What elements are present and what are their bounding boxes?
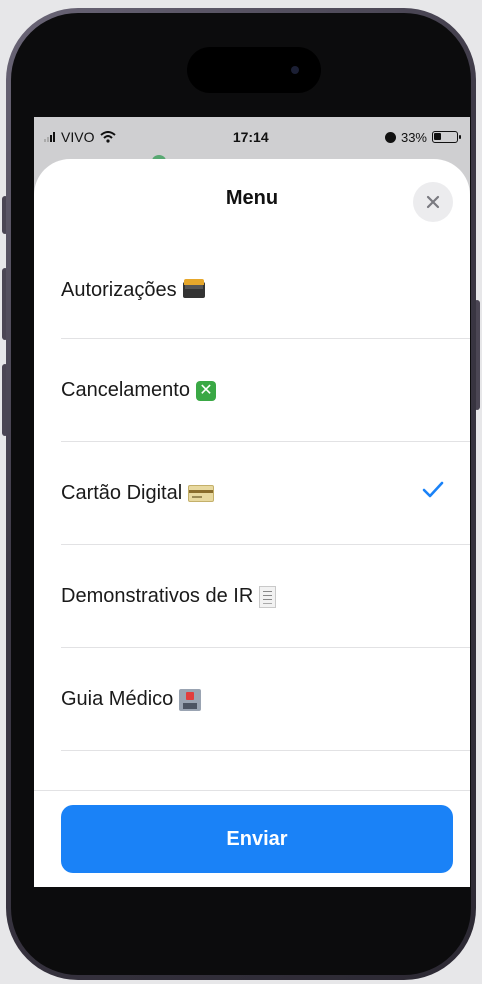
status-right: 33%	[384, 129, 461, 145]
status-bar: VIVO 17:14 33%	[34, 117, 470, 157]
alarm-icon	[384, 131, 396, 143]
close-icon	[426, 195, 440, 209]
phone-bezel: VIVO 17:14 33% Menu Autorizações Cancela…	[11, 13, 471, 975]
menu-item-demonstrativos-ir[interactable]: Demonstrativos de IR	[34, 545, 470, 648]
sheet-header: Menu	[34, 159, 470, 241]
menu-item-autorizacoes[interactable]: Autorizações	[34, 241, 470, 339]
menu-sheet: Menu Autorizações Cancelamento ✕ Cartão …	[34, 159, 470, 887]
menu-item-cartao-digital[interactable]: Cartão Digital	[34, 442, 470, 545]
hospital-icon	[179, 688, 202, 711]
battery-icon	[432, 131, 461, 143]
menu-item-label: Autorizações	[61, 278, 177, 301]
credit-card-icon	[188, 485, 215, 502]
menu-item-guia-medico[interactable]: Guia Médico	[34, 648, 470, 751]
menu-item-cancelamento[interactable]: Cancelamento ✕	[34, 339, 470, 442]
status-left: VIVO	[44, 129, 117, 145]
sheet-title: Menu	[225, 187, 279, 209]
menu-item-label: Cartão Digital	[61, 482, 183, 504]
signal-icon	[44, 132, 55, 142]
menu-item-label: Cancelamento	[61, 379, 190, 401]
menu-list: Autorizações Cancelamento ✕ Cartão Digit…	[34, 241, 470, 751]
dynamic-island	[187, 47, 321, 93]
wifi-icon	[100, 131, 117, 143]
menu-item-label: Demonstrativos de IR	[61, 585, 254, 607]
phone-frame: VIVO 17:14 33% Menu Autorizações Cancela…	[6, 8, 476, 980]
battery-percent: 33%	[400, 129, 427, 145]
cross-mark-button-icon: ✕	[195, 380, 216, 401]
phone-screen: VIVO 17:14 33% Menu Autorizações Cancela…	[34, 117, 470, 887]
card-index-dividers-icon	[182, 279, 205, 298]
close-button[interactable]	[413, 182, 453, 222]
camera-icon	[291, 66, 299, 74]
clock: 17:14	[232, 129, 269, 145]
menu-item-label: Guia Médico	[61, 688, 174, 710]
device-stage: VIVO 17:14 33% Menu Autorizações Cancela…	[0, 0, 482, 984]
carrier-label: VIVO	[61, 129, 95, 145]
checkmark-icon	[422, 481, 444, 498]
receipt-icon	[259, 585, 277, 608]
sheet-footer: Enviar	[34, 791, 470, 887]
send-button[interactable]: Enviar	[61, 805, 453, 873]
